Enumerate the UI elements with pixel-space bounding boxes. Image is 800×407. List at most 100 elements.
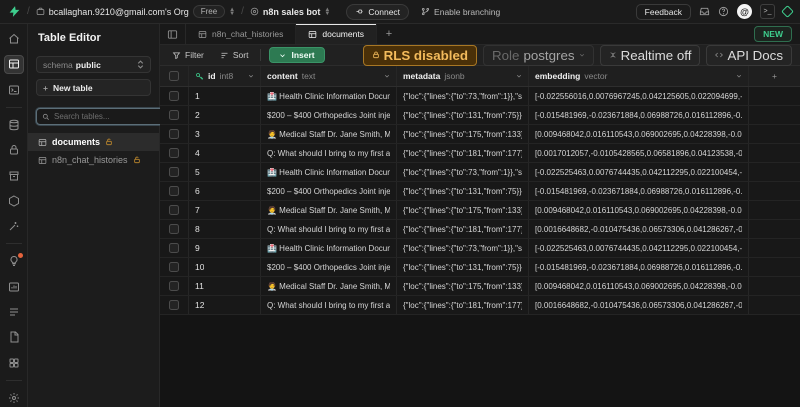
cell-metadata[interactable]: {"loc":{"lines":{"to":175,"from":133}},"… bbox=[397, 125, 529, 143]
cell-id[interactable]: 9 bbox=[189, 239, 261, 257]
cell-metadata[interactable]: {"loc":{"lines":{"to":73,"from":1}},"sou… bbox=[397, 87, 529, 105]
role-select-button[interactable]: Role postgres bbox=[483, 45, 594, 66]
cell-embedding[interactable]: [0.009468042,0.016110543,0.069002695,0.0… bbox=[529, 277, 749, 295]
filter-button[interactable]: Filter bbox=[168, 48, 208, 62]
chevron-down-icon[interactable] bbox=[248, 73, 254, 79]
tab-n8n-chat-histories[interactable]: n8n_chat_histories bbox=[186, 24, 296, 44]
cell-embedding[interactable]: [0.0016648682,-0.010475436,0.06573306,0.… bbox=[529, 296, 749, 314]
cell-content[interactable]: $200 – $400 Orthopedics Joint injections bbox=[261, 258, 397, 276]
add-column-button[interactable]: + bbox=[749, 66, 800, 86]
connect-button[interactable]: Connect bbox=[346, 4, 409, 20]
enable-branching-button[interactable]: Enable branching bbox=[421, 7, 500, 17]
new-tab-button[interactable]: + bbox=[377, 24, 401, 44]
nav-edge-functions-icon[interactable] bbox=[4, 192, 24, 210]
table-list-item-n8n-chat-histories[interactable]: n8n_chat_histories bbox=[28, 151, 159, 169]
org-breadcrumb[interactable]: bcallaghan.9210@gmail.com's Org Free ▲▼ bbox=[36, 5, 235, 18]
org-switch-icon[interactable]: ▲▼ bbox=[229, 8, 235, 16]
cell-metadata[interactable]: {"loc":{"lines":{"to":73,"from":1}},"sou… bbox=[397, 239, 529, 257]
select-all-checkbox[interactable] bbox=[169, 71, 179, 81]
cell-metadata[interactable]: {"loc":{"lines":{"to":131,"from":75}},"s… bbox=[397, 258, 529, 276]
cell-content[interactable]: 🏥 Health Clinic Information Document 📍 bbox=[261, 163, 397, 181]
cell-embedding[interactable]: [-0.015481969,-0.023671884,0.06988726,0.… bbox=[529, 182, 749, 200]
cell-content[interactable]: 🧑‍⚕️ Medical Staff Dr. Jane Smith, MD Sp… bbox=[261, 201, 397, 219]
nav-database-icon[interactable] bbox=[4, 116, 24, 134]
schema-select[interactable]: schema public bbox=[36, 56, 151, 73]
row-checkbox[interactable] bbox=[169, 129, 179, 139]
cell-metadata[interactable]: {"loc":{"lines":{"to":131,"from":75}},"s… bbox=[397, 106, 529, 124]
table-row[interactable]: 12 Q: What should I bring to my first ap… bbox=[160, 296, 800, 315]
cell-id[interactable]: 4 bbox=[189, 144, 261, 162]
table-row[interactable]: 8 Q: What should I bring to my first app… bbox=[160, 220, 800, 239]
chevron-down-icon[interactable] bbox=[736, 73, 742, 79]
cell-metadata[interactable]: {"loc":{"lines":{"to":181,"from":177}},"… bbox=[397, 220, 529, 238]
nav-table-editor-icon[interactable] bbox=[4, 55, 24, 73]
table-list-item-documents[interactable]: documents bbox=[28, 133, 159, 151]
cell-id[interactable]: 8 bbox=[189, 220, 261, 238]
cell-id[interactable]: 1 bbox=[189, 87, 261, 105]
cell-embedding[interactable]: [-0.015481969,-0.023671884,0.06988726,0.… bbox=[529, 106, 749, 124]
feedback-button[interactable]: Feedback bbox=[636, 4, 691, 20]
nav-reports-icon[interactable] bbox=[4, 278, 24, 296]
table-row[interactable]: 6 $200 – $400 Orthopedics Joint injectio… bbox=[160, 182, 800, 201]
new-table-button[interactable]: + New table bbox=[36, 79, 151, 96]
nav-home-icon[interactable] bbox=[4, 30, 24, 48]
cell-metadata[interactable]: {"loc":{"lines":{"to":73,"from":1}},"sou… bbox=[397, 163, 529, 181]
api-docs-button[interactable]: API Docs bbox=[706, 45, 792, 66]
sort-button[interactable]: Sort bbox=[216, 48, 253, 62]
cell-content[interactable]: Q: What should I bring to my first appoi… bbox=[261, 296, 397, 314]
row-checkbox[interactable] bbox=[169, 186, 179, 196]
row-checkbox[interactable] bbox=[169, 110, 179, 120]
supabase-logo-icon[interactable] bbox=[8, 5, 21, 18]
table-row[interactable]: 5 🏥 Health Clinic Information Document 📍… bbox=[160, 163, 800, 182]
collapse-sidebar-icon[interactable] bbox=[160, 24, 186, 44]
cell-embedding[interactable]: [0.0017012057,-0.0105428565,0.06581896,0… bbox=[529, 144, 749, 162]
table-row[interactable]: 7 🧑‍⚕️ Medical Staff Dr. Jane Smith, MD … bbox=[160, 201, 800, 220]
cell-id[interactable]: 11 bbox=[189, 277, 261, 295]
table-row[interactable]: 11 🧑‍⚕️ Medical Staff Dr. Jane Smith, MD… bbox=[160, 277, 800, 296]
cell-id[interactable]: 5 bbox=[189, 163, 261, 181]
cell-embedding[interactable]: [-0.022525463,0.0076744435,0.042112295,0… bbox=[529, 239, 749, 257]
column-header-content[interactable]: content text bbox=[261, 66, 397, 86]
cell-embedding[interactable]: [0.0016648682,-0.010475436,0.06573306,0.… bbox=[529, 220, 749, 238]
nav-logs-icon[interactable] bbox=[4, 303, 24, 321]
row-checkbox[interactable] bbox=[169, 281, 179, 291]
row-checkbox[interactable] bbox=[169, 205, 179, 215]
cell-content[interactable]: 🏥 Health Clinic Information Document 📍 bbox=[261, 239, 397, 257]
new-feature-badge-button[interactable]: NEW bbox=[754, 26, 792, 42]
nav-advisors-icon[interactable] bbox=[4, 252, 24, 270]
cell-content[interactable]: 🧑‍⚕️ Medical Staff Dr. Jane Smith, MD Sp… bbox=[261, 125, 397, 143]
nav-api-docs-icon[interactable] bbox=[4, 328, 24, 346]
cell-content[interactable]: Q: What should I bring to my first appoi… bbox=[261, 144, 397, 162]
chevron-down-icon[interactable] bbox=[384, 73, 390, 79]
cell-id[interactable]: 7 bbox=[189, 201, 261, 219]
project-breadcrumb[interactable]: n8n sales bot ▲▼ bbox=[250, 7, 330, 17]
rls-disabled-button[interactable]: RLS disabled bbox=[363, 45, 477, 66]
insert-button[interactable]: Insert bbox=[269, 47, 324, 63]
cell-metadata[interactable]: {"loc":{"lines":{"to":181,"from":177}},"… bbox=[397, 144, 529, 162]
nav-realtime-icon[interactable] bbox=[4, 217, 24, 235]
tab-documents[interactable]: documents bbox=[296, 24, 377, 44]
nav-integrations-icon[interactable] bbox=[4, 353, 24, 371]
table-row[interactable]: 1 🏥 Health Clinic Information Document 📍… bbox=[160, 87, 800, 106]
cell-embedding[interactable]: [0.009468042,0.016110543,0.069002695,0.0… bbox=[529, 125, 749, 143]
cell-id[interactable]: 2 bbox=[189, 106, 261, 124]
table-row[interactable]: 9 🏥 Health Clinic Information Document 📍… bbox=[160, 239, 800, 258]
column-header-metadata[interactable]: metadata jsonb bbox=[397, 66, 529, 86]
table-row[interactable]: 2 $200 – $400 Orthopedics Joint injectio… bbox=[160, 106, 800, 125]
nav-storage-icon[interactable] bbox=[4, 167, 24, 185]
table-row[interactable]: 10 $200 – $400 Orthopedics Joint injecti… bbox=[160, 258, 800, 277]
cell-embedding[interactable]: [0.009468042,0.016110543,0.069002695,0.0… bbox=[529, 201, 749, 219]
assistant-icon[interactable] bbox=[781, 5, 794, 18]
cell-id[interactable]: 6 bbox=[189, 182, 261, 200]
search-tables-input[interactable] bbox=[54, 112, 164, 121]
project-switch-icon[interactable]: ▲▼ bbox=[324, 8, 330, 16]
row-checkbox[interactable] bbox=[169, 148, 179, 158]
cell-content[interactable]: $200 – $400 Orthopedics Joint injections bbox=[261, 106, 397, 124]
chevron-down-icon[interactable] bbox=[516, 73, 522, 79]
realtime-toggle-button[interactable]: Realtime off bbox=[600, 45, 701, 66]
cell-embedding[interactable]: [-0.022525463,0.0076744435,0.042112295,0… bbox=[529, 163, 749, 181]
cell-content[interactable]: $200 – $400 Orthopedics Joint injections bbox=[261, 182, 397, 200]
row-checkbox[interactable] bbox=[169, 224, 179, 234]
row-checkbox[interactable] bbox=[169, 262, 179, 272]
cell-id[interactable]: 3 bbox=[189, 125, 261, 143]
